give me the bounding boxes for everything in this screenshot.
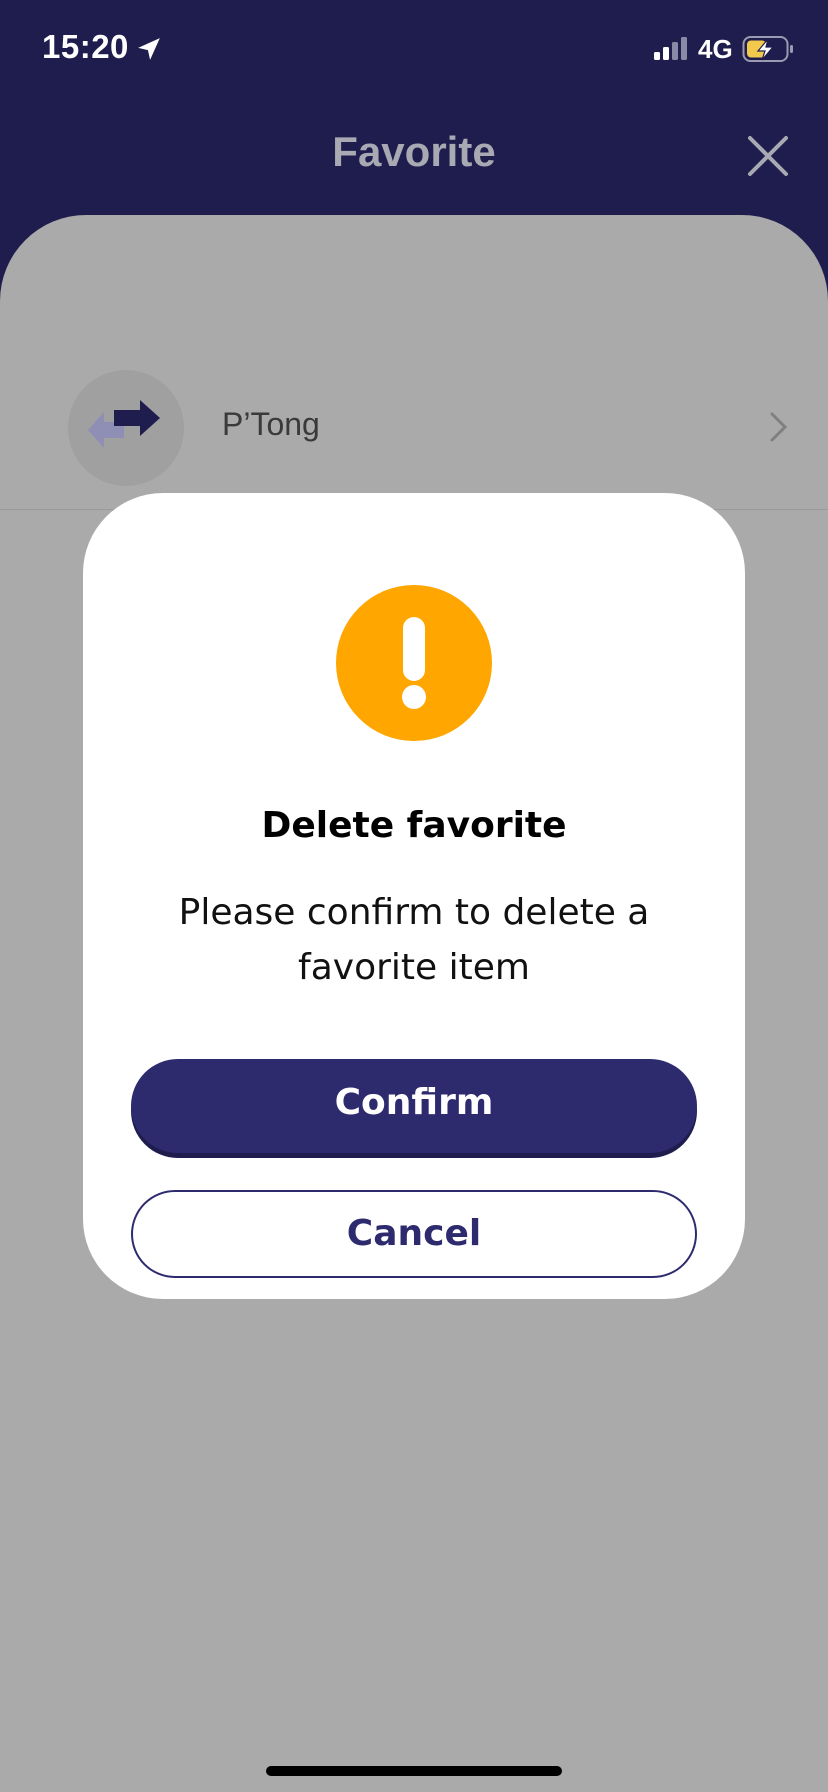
- screen: 15:20 4G Favorite P’Tong Delete favorite…: [0, 0, 828, 1792]
- dialog-message: Please confirm to delete a favorite item: [178, 892, 650, 988]
- confirm-button[interactable]: Confirm: [131, 1059, 697, 1153]
- warning-exclamation-icon: [336, 585, 492, 741]
- delete-favorite-dialog: Delete favorite Please confirm to delete…: [83, 493, 745, 1299]
- home-indicator[interactable]: [266, 1766, 562, 1776]
- dialog-title: Delete favorite: [261, 805, 567, 846]
- cancel-button[interactable]: Cancel: [131, 1190, 697, 1278]
- modal-overlay[interactable]: Delete favorite Please confirm to delete…: [0, 0, 828, 1792]
